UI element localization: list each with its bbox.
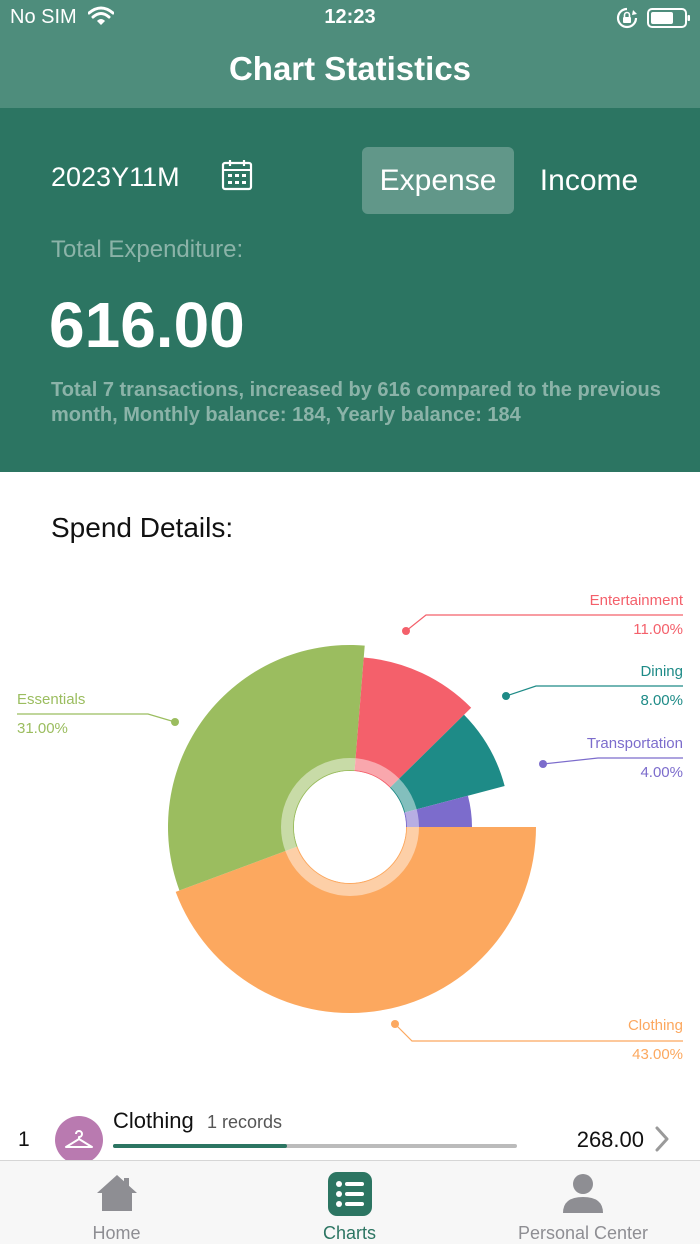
tab-charts-label: Charts — [322, 1223, 376, 1243]
list-icon — [327, 1172, 372, 1216]
label-value-clothing: 43.00% — [632, 1046, 683, 1063]
month-label[interactable]: 2023Y11M — [51, 162, 180, 193]
category-name: Clothing — [113, 1108, 194, 1133]
category-amount: 268.00 — [576, 1127, 644, 1152]
spend-details-title: Spend Details: — [51, 512, 234, 543]
rank-label: 1 — [18, 1128, 30, 1151]
label-value-transportation: 4.00% — [640, 764, 683, 781]
expense-tab[interactable]: Expense — [362, 147, 514, 214]
tab-home[interactable]: Home — [0, 1161, 233, 1244]
tab-personal-center[interactable]: Personal Center — [466, 1161, 700, 1244]
navigation-bar: No SIM 12:23 Chart Statistics — [0, 0, 700, 108]
label-name-entertainment: Entertainment — [590, 592, 684, 609]
category-records: 1 records — [207, 1112, 283, 1132]
rotation-lock-icon — [616, 7, 638, 29]
label-value-essentials: 31.00% — [17, 720, 68, 737]
home-icon — [96, 1175, 137, 1211]
page-title: Chart Statistics — [228, 50, 472, 87]
tab-personal-center-label: Personal Center — [517, 1223, 649, 1243]
spend-pie-chart: Clothing 43.00% Essentials 31.00% Entertainm… — [17, 592, 684, 1063]
tab-bar: Home Charts Personal Center — [0, 1160, 700, 1244]
tab-charts[interactable]: Charts — [233, 1161, 466, 1244]
label-name-essentials: Essentials — [17, 691, 85, 708]
label-name-clothing: Clothing — [628, 1017, 683, 1034]
battery-icon — [647, 8, 690, 28]
total-expenditure-label: Total Expenditure: — [51, 236, 244, 263]
category-progress-track — [113, 1144, 517, 1148]
summary-description: Total 7 transactions, increased by 616 c… — [51, 379, 661, 426]
calendar-icon[interactable] — [220, 158, 254, 192]
label-name-transportation: Transportation — [587, 735, 683, 752]
tab-home-label: Home — [92, 1223, 141, 1243]
total-expenditure-value: 616.00 — [49, 289, 245, 361]
label-value-dining: 8.00% — [640, 692, 683, 709]
summary-panel: 2023Y11M Expense Income Total Expenditur… — [0, 108, 700, 472]
list-item[interactable]: 1 Clothing 1 records 268.00 — [0, 1100, 700, 1164]
label-value-entertainment: 11.00% — [633, 621, 683, 638]
donut-hole — [294, 771, 406, 883]
income-tab[interactable]: Income — [518, 147, 660, 214]
person-icon — [563, 1174, 603, 1213]
hanger-icon — [55, 1116, 103, 1164]
chevron-right-icon[interactable] — [652, 1124, 672, 1154]
clock: 12:23 — [324, 6, 376, 28]
status-bar: No SIM 12:23 — [0, 0, 700, 36]
category-progress-fill — [113, 1144, 287, 1148]
label-name-dining: Dining — [640, 663, 683, 680]
